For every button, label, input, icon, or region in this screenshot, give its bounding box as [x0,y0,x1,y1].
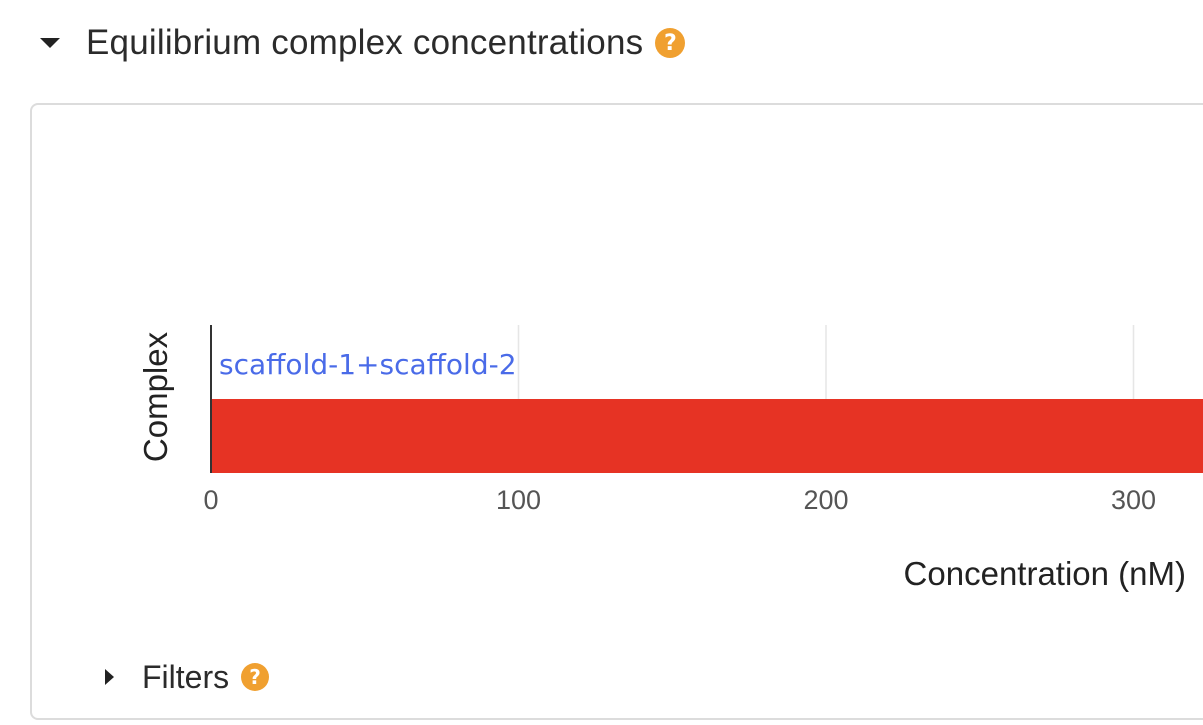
y-axis-label: Complex [137,331,174,462]
x-ticks: 0 100 200 300 [203,485,1156,515]
filters-label: Filters [142,658,230,695]
x-tick-label: 300 [1111,485,1156,515]
x-tick-label: 200 [803,485,848,515]
bars: scaffold-1+scaffold-2 [211,348,1203,473]
x-axis-label: Concentration (nM) [904,555,1186,592]
caret-right-icon [105,669,114,685]
concentration-chart: scaffold-1+scaffold-2 0 100 200 300 Concent… [137,325,1203,592]
bar-label: scaffold-1+scaffold-2 [219,348,517,381]
filters-help-icon[interactable]: ? [241,663,270,691]
filters-toggle[interactable]: Filters ? [105,655,270,699]
bar[interactable] [211,399,1203,473]
x-tick-label: 100 [496,485,541,515]
x-tick-label: 0 [203,485,218,515]
